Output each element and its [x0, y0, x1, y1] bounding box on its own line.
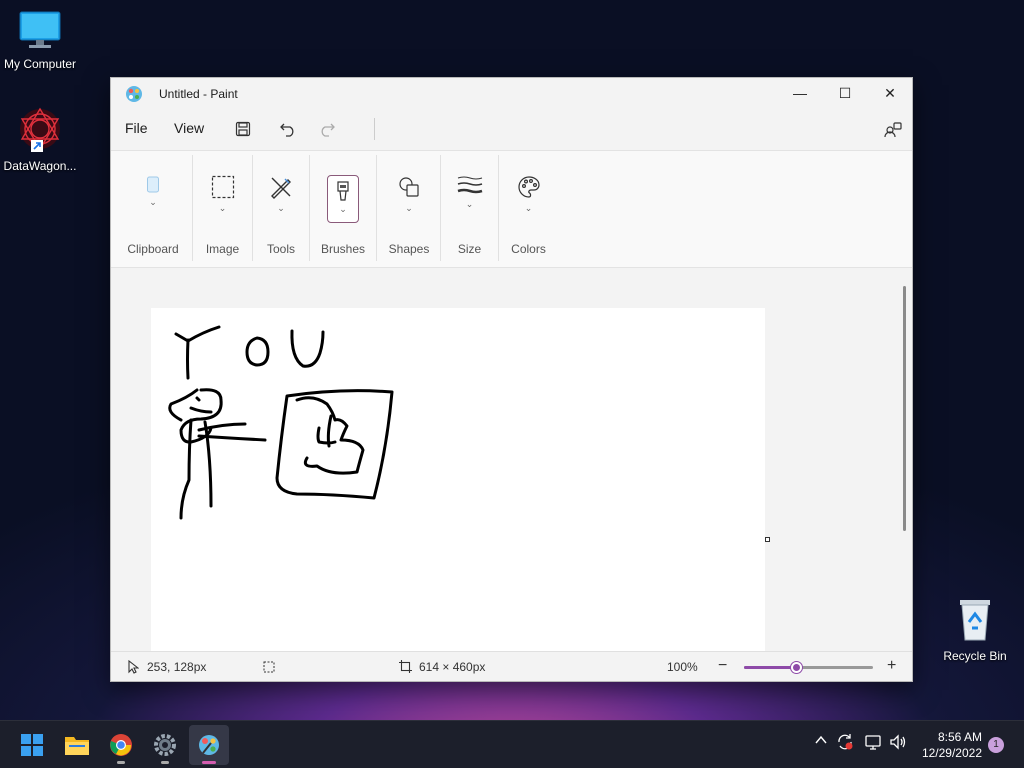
menu-view[interactable]: View	[174, 120, 204, 136]
chevron-down-icon: ⌄	[465, 199, 474, 209]
brush-selected[interactable]: ⌄	[327, 175, 359, 223]
chevron-down-icon: ⌄	[405, 203, 413, 213]
taskbar-chrome[interactable]	[101, 725, 141, 765]
desktop-icon-label: My Computer	[3, 57, 77, 71]
chevron-up-icon[interactable]	[814, 733, 828, 750]
folder-icon	[65, 737, 89, 755]
zoom-level[interactable]: 100%	[667, 660, 698, 674]
clock[interactable]: 8:56 AM 12/29/2022	[912, 729, 982, 761]
colors-group[interactable]: ⌄ Colors	[501, 151, 556, 269]
datawagon-icon	[20, 107, 60, 152]
taskbar-file-explorer[interactable]	[57, 725, 97, 765]
ribbon-separator	[376, 155, 377, 261]
shapes-group[interactable]: ⌄ Shapes	[379, 151, 439, 269]
ribbon-separator	[309, 155, 310, 261]
status-bar: 253, 128px 614 × 460px 100% − +	[111, 651, 912, 681]
image-group[interactable]: ⌄ Image	[195, 151, 250, 269]
chevron-down-icon: ⌄	[218, 203, 227, 213]
zoom-slider[interactable]	[744, 662, 873, 673]
paint-app-icon	[199, 735, 219, 755]
undo-icon[interactable]	[277, 118, 299, 140]
volume-icon[interactable]	[889, 733, 907, 754]
pointer-icon	[128, 660, 139, 674]
menu-file[interactable]: File	[125, 120, 148, 136]
brushes-label: Brushes	[320, 242, 366, 256]
size-group[interactable]: ⌄ Size	[442, 151, 497, 269]
running-indicator	[117, 761, 125, 764]
active-indicator	[202, 761, 216, 764]
size-label: Size	[457, 242, 482, 256]
menu-bar: File View	[111, 108, 912, 150]
desktop-icon-my-computer[interactable]: My Computer	[0, 10, 80, 71]
sync-icon[interactable]	[836, 733, 854, 754]
ribbon-separator	[498, 155, 499, 261]
tools-label: Tools	[266, 242, 295, 256]
recycle-bin-icon	[960, 600, 990, 641]
menu-separator	[374, 118, 375, 140]
zoom-slider-fill	[744, 666, 796, 669]
save-icon[interactable]	[232, 118, 254, 140]
gear-icon	[154, 734, 176, 756]
desktop-icon-datawagon[interactable]: DataWagon...	[0, 106, 80, 173]
network-icon[interactable]	[864, 733, 882, 754]
canvas-workspace	[111, 268, 912, 651]
chevron-down-icon: ⌄	[277, 203, 285, 213]
cursor-position: 253, 128px	[147, 660, 207, 674]
clipboard-label: Clipboard	[127, 242, 179, 256]
chrome-icon	[110, 734, 132, 756]
taskbar-settings[interactable]	[145, 725, 185, 765]
ribbon-separator	[440, 155, 441, 261]
selection-size-icon	[263, 661, 275, 673]
image-label: Image	[205, 242, 240, 256]
taskbar: 8:56 AM 12/29/2022 1	[0, 720, 1024, 768]
title-bar[interactable]: Untitled - Paint — ☐ ✕	[111, 78, 912, 108]
vertical-scrollbar[interactable]	[903, 286, 906, 531]
shapes-icon	[399, 177, 419, 197]
chevron-down-icon: ⌄	[149, 197, 157, 207]
minimize-button[interactable]: —	[777, 78, 823, 108]
clock-time: 8:56 AM	[937, 730, 982, 744]
clock-date: 12/29/2022	[921, 746, 982, 760]
tools-group[interactable]: ⌄ Tools	[254, 151, 308, 269]
close-button[interactable]: ✕	[867, 78, 913, 108]
zoom-slider-thumb[interactable]	[791, 662, 802, 673]
select-icon	[211, 175, 234, 199]
ribbon-separator	[252, 155, 253, 261]
redo-icon[interactable]	[316, 118, 338, 140]
paint-window: Untitled - Paint — ☐ ✕ File View ⌄ Clipb…	[110, 77, 913, 682]
start-button[interactable]	[12, 725, 52, 765]
brushes-group[interactable]: ⌄ Brushes	[312, 151, 374, 269]
maximize-button[interactable]: ☐	[822, 78, 868, 108]
pencil-icon	[271, 177, 291, 199]
taskbar-paint[interactable]	[189, 725, 229, 765]
desktop-icon-label: DataWagon...	[3, 159, 77, 173]
zoom-out-button[interactable]: −	[718, 657, 727, 675]
notification-badge[interactable]: 1	[988, 737, 1004, 753]
sketch-drawing	[168, 325, 394, 520]
paint-app-icon	[126, 86, 142, 102]
clipboard-icon	[147, 176, 159, 193]
windows-logo-icon	[21, 734, 43, 756]
shapes-label: Shapes	[388, 242, 430, 256]
canvas-size: 614 × 460px	[419, 660, 486, 674]
brush-icon	[337, 181, 349, 201]
canvas-resize-handle[interactable]	[765, 537, 770, 542]
running-indicator	[161, 761, 169, 764]
chevron-down-icon: ⌄	[524, 203, 533, 213]
size-icon	[457, 176, 482, 194]
ribbon: ⌄ Clipboard ⌄ Image ⌄ Tools ⌄ Brushes ⌄ …	[111, 150, 912, 268]
monitor-icon	[19, 11, 61, 48]
canvas-size-icon	[399, 660, 412, 673]
desktop-icon-label: Recycle Bin	[943, 649, 1007, 663]
share-icon[interactable]	[882, 118, 904, 140]
ribbon-separator	[192, 155, 193, 261]
drawing-canvas[interactable]	[151, 308, 765, 651]
colors-label: Colors	[511, 242, 546, 256]
desktop-icon-recycle-bin[interactable]: Recycle Bin	[935, 596, 1015, 663]
chevron-down-icon: ⌄	[339, 204, 347, 214]
zoom-in-button[interactable]: +	[887, 657, 896, 675]
palette-icon	[517, 176, 540, 198]
window-title: Untitled - Paint	[159, 87, 238, 101]
clipboard-group[interactable]: ⌄ Clipboard	[119, 151, 187, 269]
